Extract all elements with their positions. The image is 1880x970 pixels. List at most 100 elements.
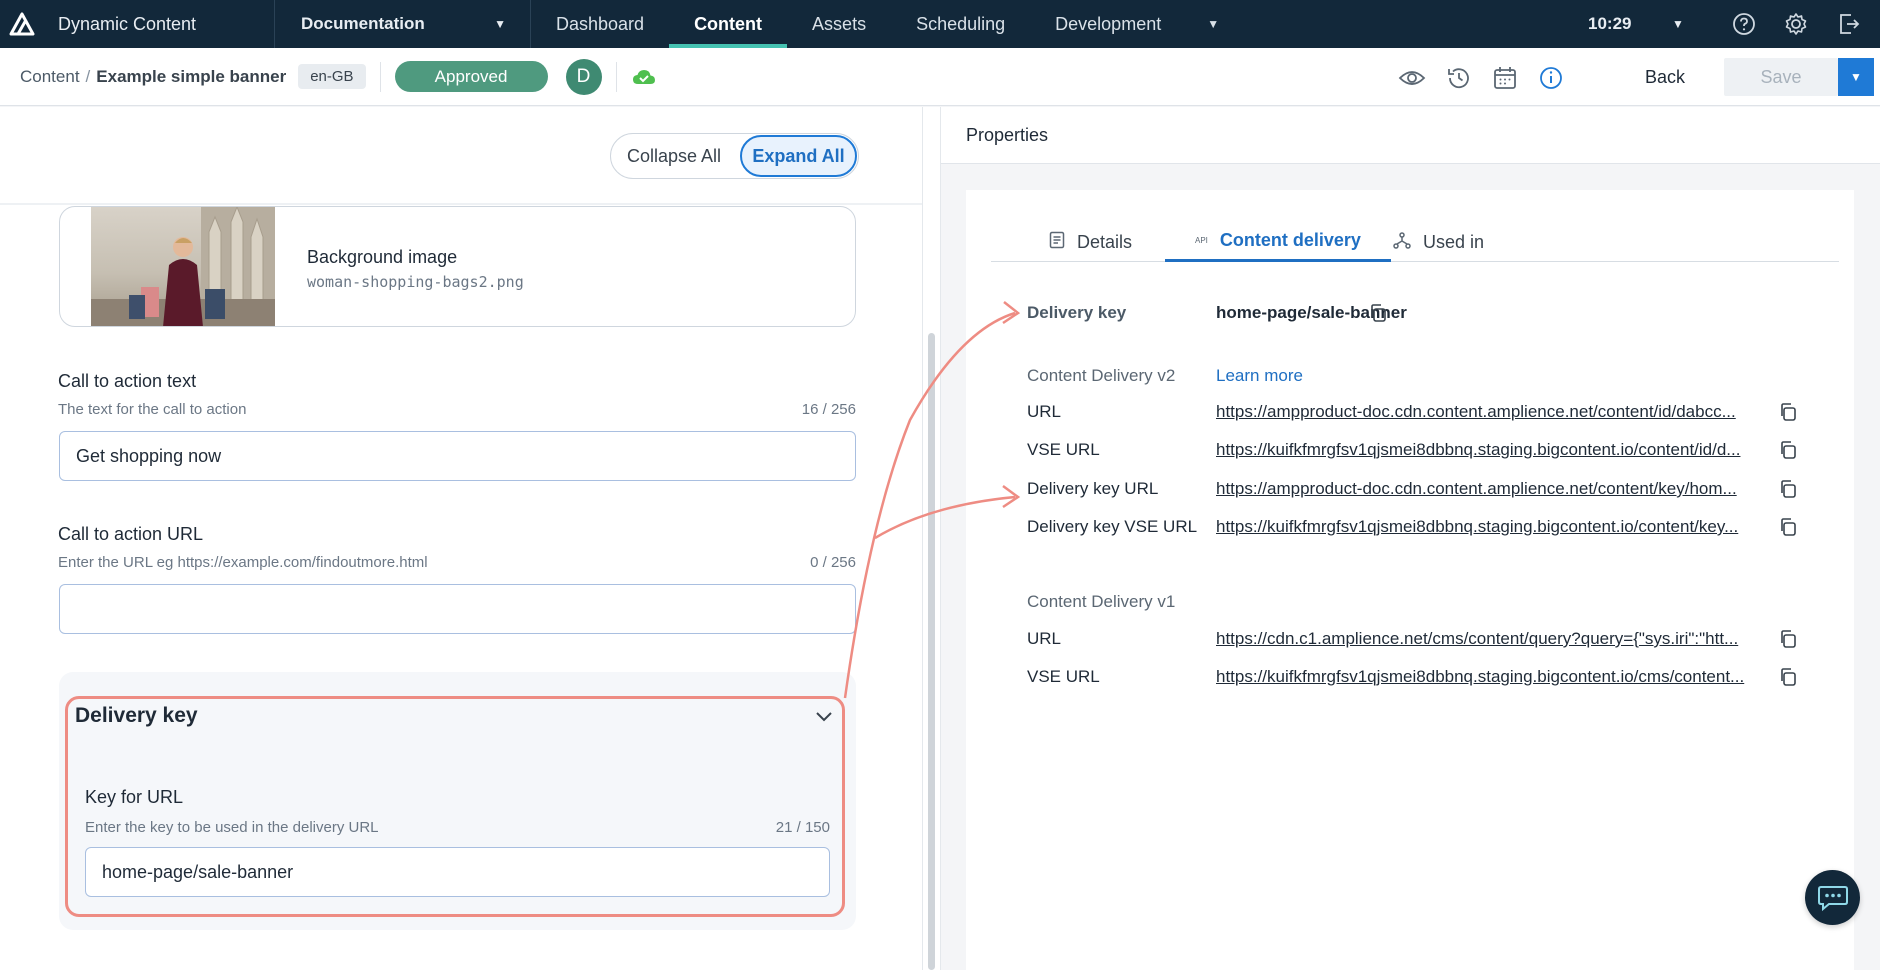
cta-url-help: Enter the URL eg https://example.com/fin… (58, 554, 428, 571)
calendar-icon[interactable] (1491, 64, 1519, 92)
v2-delivery-key-url-label: Delivery key URL (1027, 479, 1159, 498)
help-icon[interactable] (1731, 11, 1757, 37)
v1-url-link[interactable]: https://cdn.c1.amplience.net/cms/content… (1216, 629, 1753, 649)
save-options-chevron-icon[interactable]: ▼ (1838, 58, 1874, 96)
avatar[interactable]: D (565, 58, 602, 95)
delivery-key-prop-label: Delivery key (1027, 303, 1127, 322)
delivery-key-section-title[interactable]: Delivery key (75, 704, 198, 728)
toolbar-divider (379, 61, 381, 92)
chevron-down-icon[interactable]: ▼ (1672, 17, 1684, 31)
copy-icon[interactable] (1368, 303, 1388, 323)
amplience-logo-icon[interactable] (0, 0, 44, 48)
gear-icon[interactable] (1783, 11, 1809, 37)
cta-text-count: 16 / 256 (801, 401, 856, 418)
v1-vse-url-link[interactable]: https://kuifkfmrgfsv1qjsmei8dbbnq.stagin… (1216, 667, 1753, 687)
v2-delivery-key-url-link[interactable]: https://ampproduct-doc.cdn.content.ampli… (1216, 479, 1753, 499)
properties-tabs: Details API Content delivery Used in (991, 222, 1839, 262)
cloud-check-icon (631, 67, 657, 87)
app-title: Dynamic Content (58, 13, 197, 34)
breadcrumb-separator: / (85, 66, 91, 86)
logout-icon[interactable] (1836, 11, 1862, 37)
pane-splitter[interactable] (922, 107, 941, 970)
copy-icon[interactable] (1778, 517, 1798, 537)
key-for-url-label: Key for URL (85, 787, 184, 807)
v2-vse-url-label: VSE URL (1027, 440, 1100, 459)
hub-selector[interactable]: Documentation ▼ (275, 14, 530, 34)
learn-more-link[interactable]: Learn more (1216, 366, 1303, 386)
locale-badge[interactable]: en-GB (298, 64, 366, 89)
key-for-url-count: 21 / 150 (775, 819, 830, 836)
nav-tab-content[interactable]: Content (669, 0, 788, 48)
cta-url-input[interactable] (59, 584, 856, 634)
image-thumbnail (91, 207, 275, 326)
cta-url-count: 0 / 256 (810, 554, 856, 571)
properties-header: Properties (941, 107, 1880, 164)
collapse-all-button[interactable]: Collapse All (611, 146, 737, 167)
tab-label: Content delivery (1219, 230, 1361, 250)
api-icon: API (1195, 236, 1208, 245)
expand-all-button[interactable]: Expand All (740, 135, 857, 177)
v1-vse-url-label: VSE URL (1027, 667, 1100, 686)
hub-name: Documentation (301, 14, 425, 33)
chevron-down-icon: ▼ (1207, 17, 1220, 31)
image-field-title: Background image (307, 247, 458, 267)
breadcrumb-root[interactable]: Content (0, 67, 80, 87)
chevron-down-icon[interactable] (813, 705, 835, 727)
v2-url-link[interactable]: https://ampproduct-doc.cdn.content.ampli… (1216, 402, 1753, 422)
image-field-card[interactable]: Background image woman-shopping-bags2.pn… (59, 206, 856, 327)
chat-support-button[interactable] (1805, 870, 1860, 925)
v1-url-label: URL (1027, 629, 1062, 648)
hierarchy-icon (1393, 231, 1411, 254)
cta-url-label: Call to action URL (58, 524, 204, 544)
key-for-url-input[interactable]: home-page/sale-banner (85, 847, 830, 897)
tab-label: Details (1077, 231, 1133, 252)
copy-icon[interactable] (1778, 402, 1798, 422)
scrollbar-thumb[interactable] (928, 333, 935, 970)
tab-label: Used in (1423, 231, 1485, 252)
breadcrumb-current: Example simple banner (96, 66, 287, 86)
nav-tab-label: Assets (812, 13, 867, 34)
copy-icon[interactable] (1778, 440, 1798, 460)
cd-v1-heading: Content Delivery v1 (1027, 592, 1176, 611)
cta-text-help: The text for the call to action (58, 401, 247, 418)
image-filename: woman-shopping-bags2.png (307, 273, 524, 291)
status-badge[interactable]: Approved (394, 61, 548, 92)
nav-tab-development[interactable]: Development ▼ (1030, 0, 1244, 48)
eye-icon[interactable] (1398, 64, 1426, 92)
expand-collapse-toggle: Collapse All Expand All (610, 133, 859, 179)
details-icon (1049, 231, 1065, 254)
nav-tab-label: Content (694, 13, 763, 34)
editor-divider (0, 203, 922, 205)
chat-bubble-icon (1817, 885, 1848, 911)
chevron-down-icon: ▼ (494, 17, 506, 31)
history-icon[interactable] (1445, 64, 1473, 92)
save-button[interactable]: Save (1724, 58, 1838, 96)
content-toolbar: Content / Example simple banner en-GB Ap… (0, 48, 1880, 106)
nav-tab-label: Scheduling (916, 13, 1006, 34)
properties-card: Details API Content delivery Used in Del… (966, 190, 1854, 970)
tab-details[interactable]: Details (1049, 222, 1132, 262)
back-button[interactable]: Back (1645, 67, 1685, 88)
properties-title: Properties (966, 125, 1049, 145)
copy-icon[interactable] (1778, 479, 1798, 499)
info-icon[interactable] (1537, 64, 1565, 92)
copy-icon[interactable] (1778, 667, 1798, 687)
v2-delivery-key-vse-url-link[interactable]: https://kuifkfmrgfsv1qjsmei8dbbnq.stagin… (1216, 517, 1753, 537)
toolbar-divider (615, 61, 617, 92)
cta-text-input[interactable]: Get shopping now (59, 431, 856, 481)
copy-icon[interactable] (1778, 629, 1798, 649)
nav-tab-scheduling[interactable]: Scheduling (891, 0, 1030, 48)
cta-text-label: Call to action text (58, 371, 197, 391)
tab-content-delivery[interactable]: API Content delivery (1165, 222, 1391, 262)
v2-url-label: URL (1027, 402, 1062, 421)
properties-pane: Properties Details API Content delivery … (941, 107, 1880, 970)
tab-used-in[interactable]: Used in (1393, 222, 1484, 262)
nav-tab-label: Dashboard (556, 13, 645, 34)
v2-delivery-key-vse-url-label: Delivery key VSE URL (1027, 517, 1198, 536)
cd-v2-heading: Content Delivery v2 (1027, 366, 1176, 385)
key-for-url-help: Enter the key to be used in the delivery… (85, 819, 379, 836)
nav-tab-dashboard[interactable]: Dashboard (531, 0, 669, 48)
clock-time[interactable]: 10:29 (1588, 0, 1631, 48)
v2-vse-url-link[interactable]: https://kuifkfmrgfsv1qjsmei8dbbnq.stagin… (1216, 440, 1753, 460)
nav-tab-assets[interactable]: Assets (787, 0, 891, 48)
